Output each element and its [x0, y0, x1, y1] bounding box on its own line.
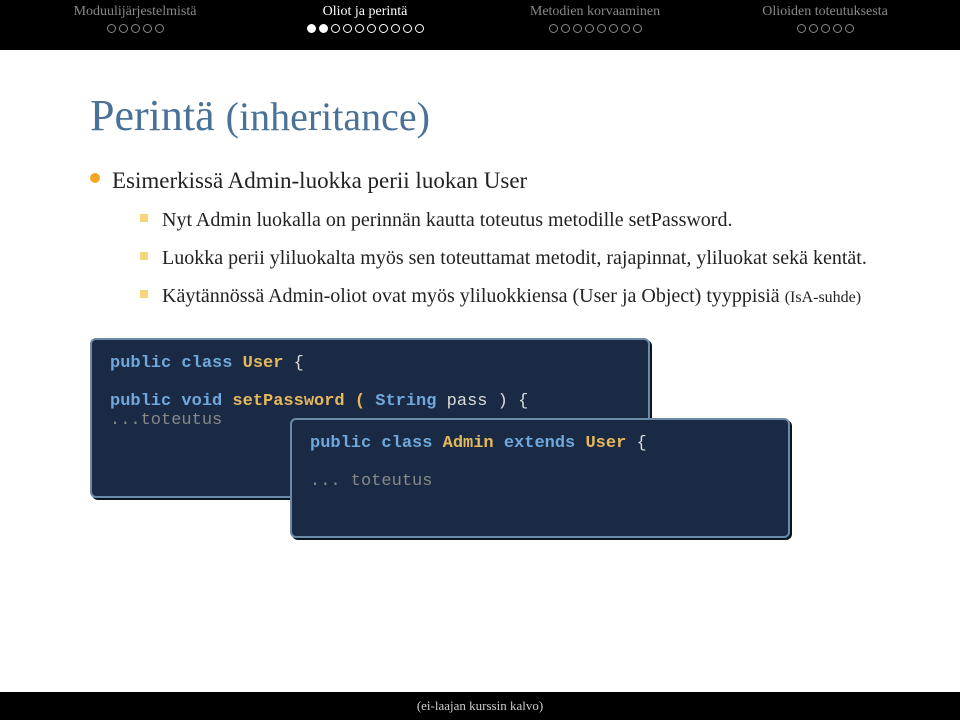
code2-line1: public class Admin extends User { [310, 434, 770, 453]
sub-text-3: Käytännössä Admin-oliot ovat myös yliluo… [162, 282, 861, 310]
nav-section-3[interactable]: Metodien korvaaminen [480, 4, 710, 50]
bullet-sub-icon [140, 290, 148, 298]
code-area: public class User { public void setPassw… [90, 338, 870, 558]
nav-dots-4 [797, 24, 854, 33]
title-main: Perintä [90, 91, 215, 140]
footer-text: (ei-laajan kurssin kalvo) [417, 698, 543, 714]
nav-title-4: Olioiden toteutuksesta [762, 4, 888, 20]
sub-text-3-main: Käytännössä Admin-oliot ovat myös yliluo… [162, 285, 780, 307]
code1-blank [110, 373, 630, 392]
code-box-admin: public class Admin extends User { ... to… [290, 418, 790, 538]
sub-text-1: Nyt Admin luokalla on perinnän kautta to… [162, 206, 732, 234]
nav-section-2[interactable]: Oliot ja perintä [250, 4, 480, 50]
nav-dots-3 [549, 24, 642, 33]
bullet-sub-icon [140, 214, 148, 222]
code2-blank [310, 453, 770, 472]
sub-row-1: Nyt Admin luokalla on perinnän kautta to… [140, 206, 870, 234]
title-paren: (inheritance) [226, 94, 430, 139]
bullet-main-icon [90, 173, 100, 183]
sub-row-3: Käytännössä Admin-oliot ovat myös yliluo… [140, 282, 870, 310]
code1-line2: public void setPassword ( String pass ) … [110, 392, 630, 411]
slide-body: Perintä (inheritance) Esimerkissä Admin-… [0, 50, 960, 558]
footer: (ei-laajan kurssin kalvo) [0, 692, 960, 720]
sub-bullets: Nyt Admin luokalla on perinnän kautta to… [140, 206, 870, 310]
sub-text-3-note: (IsA-suhde) [785, 289, 861, 306]
bullet-sub-icon [140, 252, 148, 260]
nav-section-4[interactable]: Olioiden toteutuksesta [710, 4, 940, 50]
nav-dots-2 [307, 24, 424, 33]
nav-dots-1 [107, 24, 164, 33]
sub-row-2: Luokka perii yliluokalta myös sen toteut… [140, 244, 870, 272]
nav-title-2: Oliot ja perintä [323, 4, 408, 20]
navbar: Moduulijärjestelmistä Oliot ja perintä M… [0, 0, 960, 50]
code2-line2: ... toteutus [310, 472, 770, 491]
code1-line1: public class User { [110, 354, 630, 373]
main-bullet-row: Esimerkissä Admin-luokka perii luokan Us… [90, 165, 870, 196]
nav-title-1: Moduulijärjestelmistä [74, 4, 197, 20]
nav-title-3: Metodien korvaaminen [530, 4, 660, 20]
main-bullet-text: Esimerkissä Admin-luokka perii luokan Us… [112, 165, 527, 196]
sub-text-2: Luokka perii yliluokalta myös sen toteut… [162, 244, 867, 272]
slide-title: Perintä (inheritance) [90, 90, 870, 141]
nav-section-1[interactable]: Moduulijärjestelmistä [20, 4, 250, 50]
